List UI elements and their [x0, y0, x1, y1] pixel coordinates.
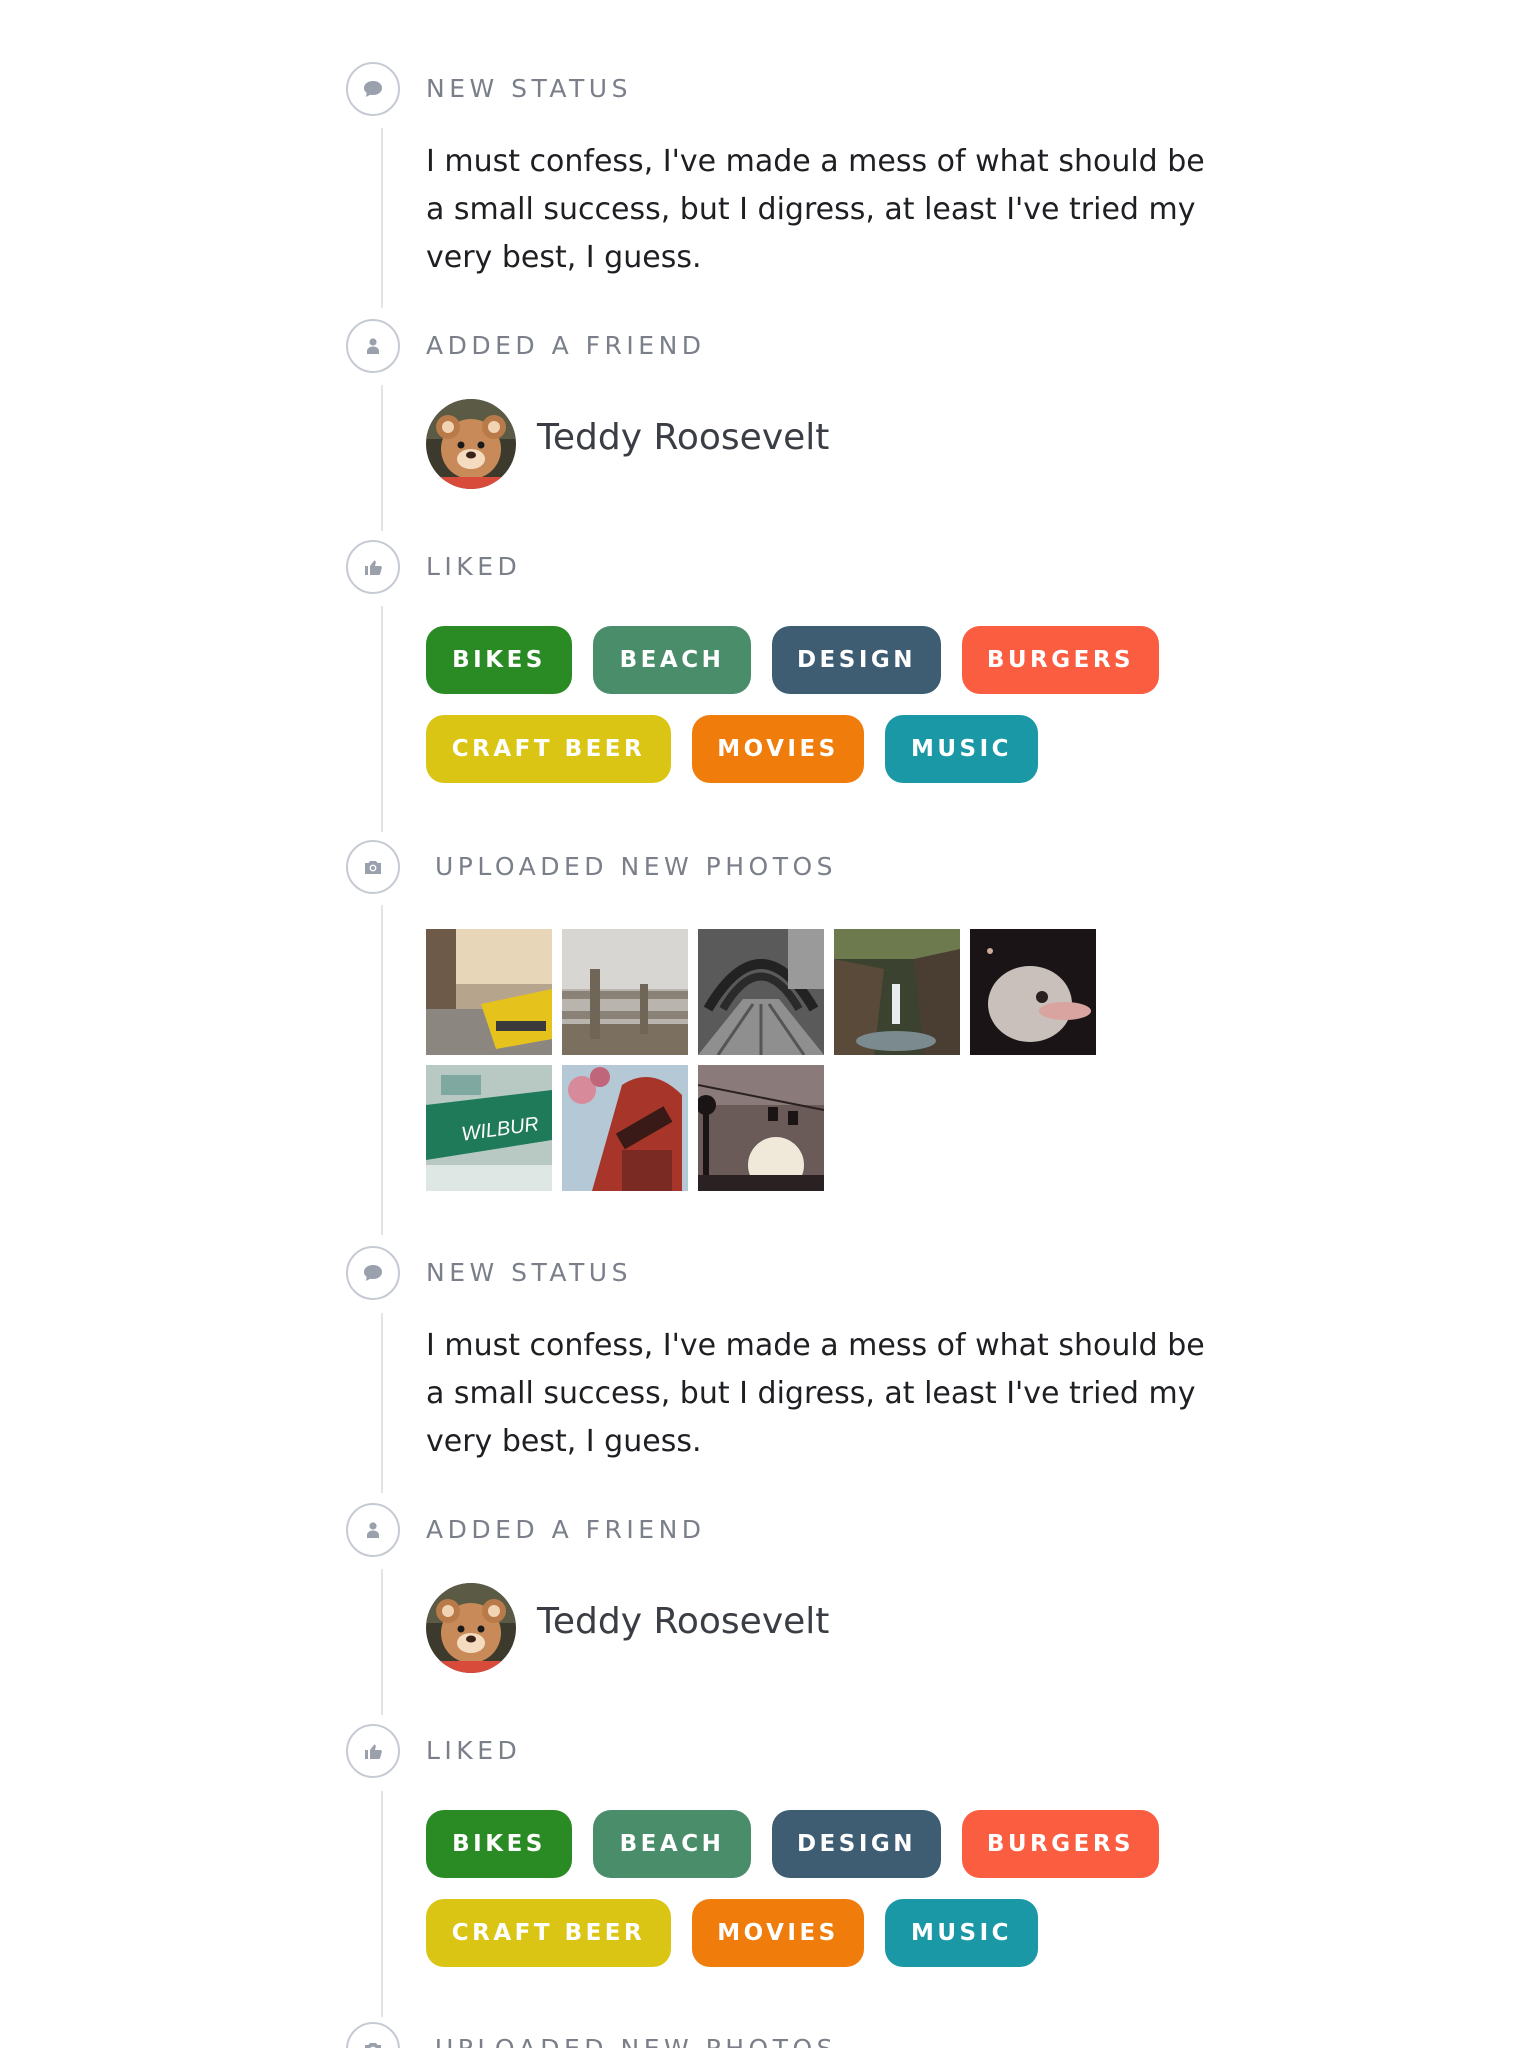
tag-movies[interactable]: MOVIES	[692, 715, 864, 783]
activity-timeline: NEW STATUS I must confess, I've made a m…	[0, 0, 1536, 2048]
timeline-entry-liked: LIKED BIKES BEACH DESIGN BURGERS CRAFT B…	[346, 1724, 1246, 1984]
entry-label: LIKED	[426, 552, 522, 581]
teddy-bear-avatar[interactable]	[426, 1583, 516, 1673]
tag-movies[interactable]: MOVIES	[692, 1899, 864, 1967]
timeline-entry-status: NEW STATUS I must confess, I've made a m…	[346, 62, 1246, 282]
camera-icon	[346, 2022, 400, 2048]
entry-label: NEW STATUS	[426, 74, 632, 103]
friend-name[interactable]: Teddy Roosevelt	[537, 417, 829, 458]
tag-bikes[interactable]: BIKES	[426, 1810, 572, 1878]
wooden-fence-photo[interactable]	[562, 929, 688, 1055]
person-icon	[346, 319, 400, 373]
timeline-entry-liked: LIKED BIKES BEACH DESIGN BURGERS CRAFT B…	[346, 540, 1246, 800]
waterfall-canyon-photo[interactable]	[834, 929, 960, 1055]
tag-music[interactable]: MUSIC	[885, 715, 1038, 783]
tag-burgers[interactable]: BURGERS	[962, 626, 1159, 694]
entry-label: UPLOADED NEW PHOTOS	[435, 852, 838, 881]
timeline-entry-friend: ADDED A FRIEND Teddy Roosevelt	[346, 1503, 1246, 1683]
timeline-entry-photos: UPLOADED NEW PHOTOS WILBUR	[346, 840, 1246, 1200]
entry-label: LIKED	[426, 1736, 522, 1765]
tag-beach[interactable]: BEACH	[593, 626, 751, 694]
tag-craft-beer[interactable]: CRAFT BEER	[426, 715, 671, 783]
taxi-street-photo[interactable]	[426, 929, 552, 1055]
teddy-bear-avatar[interactable]	[426, 399, 516, 489]
speech-bubble-icon	[346, 1246, 400, 1300]
speech-bubble-icon	[346, 62, 400, 116]
ostrich-photo[interactable]	[970, 929, 1096, 1055]
timeline-entry-photos: UPLOADED NEW PHOTOS	[346, 2022, 1246, 2048]
tag-craft-beer[interactable]: CRAFT BEER	[426, 1899, 671, 1967]
entry-label: UPLOADED NEW PHOTOS	[435, 2034, 837, 2048]
person-icon	[346, 1503, 400, 1557]
tunnel-walkway-photo[interactable]	[698, 929, 824, 1055]
timeline-entry-friend: ADDED A FRIEND Teddy Roosevelt	[346, 319, 1246, 499]
status-text: I must confess, I've made a mess of what…	[426, 1328, 1205, 1459]
camera-icon	[346, 840, 400, 894]
status-text: I must confess, I've made a mess of what…	[426, 144, 1205, 275]
cable-car-sunset-photo[interactable]	[698, 1065, 824, 1191]
entry-label: ADDED A FRIEND	[426, 331, 706, 360]
tag-beach[interactable]: BEACH	[593, 1810, 751, 1878]
tag-burgers[interactable]: BURGERS	[962, 1810, 1159, 1878]
tag-bikes[interactable]: BIKES	[426, 626, 572, 694]
entry-label: NEW STATUS	[426, 1258, 632, 1287]
tag-design[interactable]: DESIGN	[772, 1810, 941, 1878]
entry-label: ADDED A FRIEND	[426, 1515, 706, 1544]
thumbs-up-icon	[346, 1724, 400, 1778]
timeline-entry-status: NEW STATUS I must confess, I've made a m…	[346, 1246, 1246, 1466]
telephone-booth-photo[interactable]	[562, 1065, 688, 1191]
tag-design[interactable]: DESIGN	[772, 626, 941, 694]
wilbur-sign-photo[interactable]: WILBUR	[426, 1065, 552, 1191]
thumbs-up-icon	[346, 540, 400, 594]
friend-name[interactable]: Teddy Roosevelt	[537, 1601, 829, 1642]
tag-music[interactable]: MUSIC	[885, 1899, 1038, 1967]
